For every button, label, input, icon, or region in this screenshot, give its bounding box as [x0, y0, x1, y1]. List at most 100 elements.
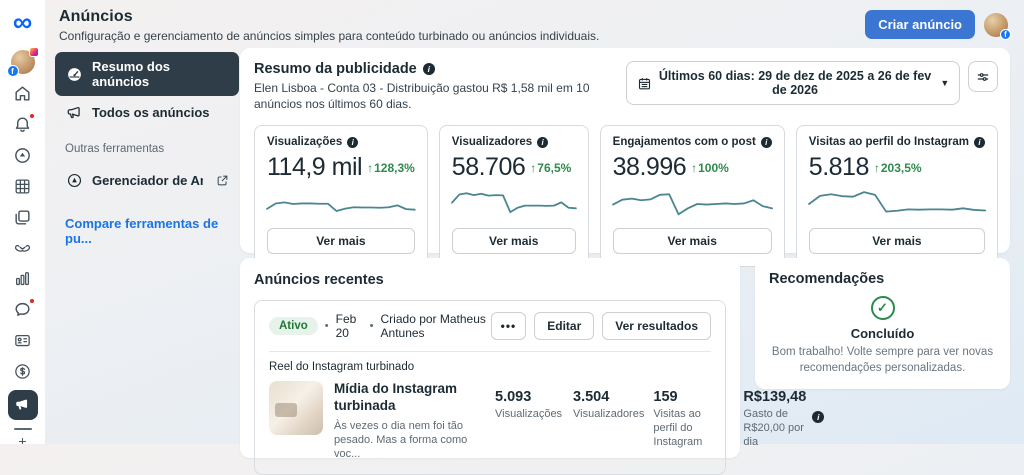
ads-megaphone-icon-active[interactable] — [7, 389, 39, 420]
ad-item: Ativo Feb 20 Criado por Matheus Antunes … — [254, 300, 825, 475]
stat-value: 159 — [653, 389, 678, 405]
info-icon[interactable] — [537, 136, 549, 148]
nav-item-label: Gerenciador de Anún... — [92, 172, 203, 188]
advertising-summary-card: Resumo da publicidade Elen Lisboa - Cont… — [240, 48, 1010, 268]
see-more-button[interactable]: Ver mais — [267, 228, 415, 255]
content-icon[interactable] — [7, 202, 39, 233]
date-range-button[interactable]: Últimos 60 dias: 29 de dez de 2025 a 26 … — [625, 61, 961, 105]
monetization-dollar-icon[interactable] — [7, 356, 39, 387]
metric-value: 38.996 — [612, 153, 687, 182]
page-info-card-icon[interactable] — [7, 325, 39, 356]
adjust-settings-button[interactable] — [968, 61, 998, 92]
stat-value: R$139,48 — [743, 389, 807, 405]
nav-item-resumo-dos-anuncios[interactable]: Resumo dos anúncios — [55, 52, 239, 96]
recent-ads-title: Anúncios recentes — [254, 272, 384, 288]
status-badge: Ativo — [269, 317, 318, 335]
see-more-button[interactable]: Ver mais — [612, 228, 772, 255]
ad-creator: Criado por Matheus Antunes — [380, 312, 486, 340]
nav-item-label: Todos os anúncios — [92, 104, 210, 120]
edit-button[interactable]: Editar — [534, 312, 595, 340]
check-circle-icon — [870, 296, 895, 320]
ad-date: Feb 20 — [335, 312, 357, 340]
summary-head: Resumo da publicidade Elen Lisboa - Cont… — [254, 61, 998, 112]
megaphone-outline-icon — [65, 103, 83, 121]
more-options-button[interactable]: ••• — [490, 312, 527, 340]
arrow-up-icon — [874, 161, 880, 175]
metric-cards-row: Visualizações 114,9 mil 128,3% Ver mais … — [254, 125, 998, 268]
ad-thumbnail[interactable] — [269, 381, 323, 435]
ad-caption: Às vezes o dia nem foi tão pesado. Mas a… — [334, 419, 468, 461]
header-text: Anúncios Configuração e gerenciamento de… — [59, 8, 599, 43]
sparkline-chart — [267, 189, 415, 219]
create-ad-button[interactable]: Criar anúncio — [865, 10, 975, 39]
nav-item-label: Resumo dos anúncios — [92, 59, 171, 89]
date-range-label: Últimos 60 dias: 29 de dez de 2025 a 26 … — [658, 69, 932, 97]
arrow-up-icon — [691, 161, 697, 175]
info-icon[interactable] — [812, 411, 825, 423]
metric-card-engajamentos: Engajamentos com o post 38.996 100% Ver … — [599, 125, 785, 268]
metric-value: 114,9 mil — [267, 153, 363, 182]
summary-controls: Últimos 60 dias: 29 de dez de 2025 a 26 … — [625, 61, 998, 105]
metric-card-visitas-perfil: Visitas ao perfil do Instagram 5.818 203… — [795, 125, 998, 268]
recommendations-message: Bom trabalho! Volte sempre para ver nova… — [771, 346, 994, 374]
see-more-button[interactable]: Ver mais — [808, 228, 985, 255]
info-icon[interactable] — [422, 63, 435, 75]
notifications-bell-icon[interactable] — [7, 109, 39, 140]
instagram-badge-icon — [28, 47, 39, 58]
engagement-hands-icon[interactable] — [7, 233, 39, 264]
info-icon[interactable] — [760, 136, 772, 148]
metric-card-visualizacoes: Visualizações 114,9 mil 128,3% Ver mais — [254, 125, 428, 268]
info-icon[interactable] — [347, 136, 359, 148]
stat-label: Visitas ao perfil do Instagram — [653, 408, 703, 448]
summary-title: Resumo da publicidade — [254, 61, 417, 77]
rail-profile-avatar[interactable]: f — [6, 47, 39, 78]
ad-stats: 5.093 Visualizações 3.504 Visualizadores… — [495, 381, 825, 449]
gauge-icon — [65, 65, 83, 83]
separator-dot — [325, 320, 329, 332]
rail-divider — [13, 428, 32, 431]
see-results-button[interactable]: Ver resultados — [602, 312, 711, 340]
ad-type-label: Reel do Instagram turbinado — [269, 361, 415, 373]
ad-actions: ••• Editar Ver resultados — [490, 312, 711, 340]
page-subtitle: Configuração e gerenciamento de anúncios… — [59, 29, 600, 43]
nav-item-todos-os-anuncios[interactable]: Todos os anúncios — [55, 96, 239, 128]
recent-ads-card: Anúncios recentes Ativo Feb 20 Criado po… — [240, 258, 825, 475]
compare-tools-link[interactable]: Compare ferramentas de pu... — [65, 216, 229, 246]
nav-item-gerenciador-de-anuncios[interactable]: Gerenciador de Anún... — [55, 164, 239, 196]
stat-profile-visits: 159 Visitas ao perfil do Instagram — [653, 389, 727, 449]
planner-grid-icon[interactable] — [7, 171, 39, 202]
page-title: Anúncios — [59, 8, 133, 25]
meta-logo-icon[interactable]: ∞ — [13, 7, 32, 38]
metric-change: 203,5% — [880, 160, 922, 175]
nav-section-label: Outras ferramentas — [65, 143, 165, 155]
arrow-up-icon — [367, 161, 373, 175]
home-icon[interactable] — [7, 78, 39, 109]
recommendations-card: Recomendações Concluído Bom trabalho! Vo… — [755, 258, 1010, 389]
see-more-button[interactable]: Ver mais — [451, 228, 576, 255]
recommendations-status: Concluído — [850, 326, 915, 341]
stat-value: 5.093 — [495, 389, 532, 405]
messages-icon[interactable] — [7, 294, 39, 325]
stat-viewers: 3.504 Visualizadores — [573, 389, 645, 449]
metric-value: 5.818 — [808, 153, 870, 182]
ad-details-row: Mídia do Instagram turbinada Às vezes o … — [269, 381, 825, 462]
boost-icon[interactable] — [7, 140, 39, 171]
stat-label: Visualizações — [495, 408, 563, 420]
more-tools-icon[interactable]: + — [18, 436, 26, 444]
recommendations-body: Concluído Bom trabalho! Volte sempre par… — [769, 296, 996, 376]
ad-name: Mídia do Instagram turbinada — [334, 381, 458, 413]
info-icon[interactable] — [974, 136, 985, 148]
metric-change: 76,5% — [537, 160, 572, 175]
ad-name-block: Mídia do Instagram turbinada Às vezes o … — [334, 381, 484, 462]
metric-value: 58.706 — [451, 153, 526, 182]
stat-spend: R$139,48 Gasto de R$20,00 por dia — [743, 389, 825, 449]
insights-bar-chart-icon[interactable] — [7, 264, 39, 295]
metric-label: Visualizações — [267, 136, 343, 149]
stat-label: Gasto de R$20,00 por dia — [743, 408, 804, 448]
stat-label: Visualizadores — [573, 408, 645, 420]
summary-head-text: Resumo da publicidade Elen Lisboa - Cont… — [254, 61, 626, 112]
header-actions: Criar anúncio f — [865, 10, 1011, 40]
stat-views: 5.093 Visualizações — [495, 389, 563, 449]
user-avatar[interactable]: f — [984, 12, 1011, 40]
chevron-down-icon: ▼ — [940, 78, 950, 88]
